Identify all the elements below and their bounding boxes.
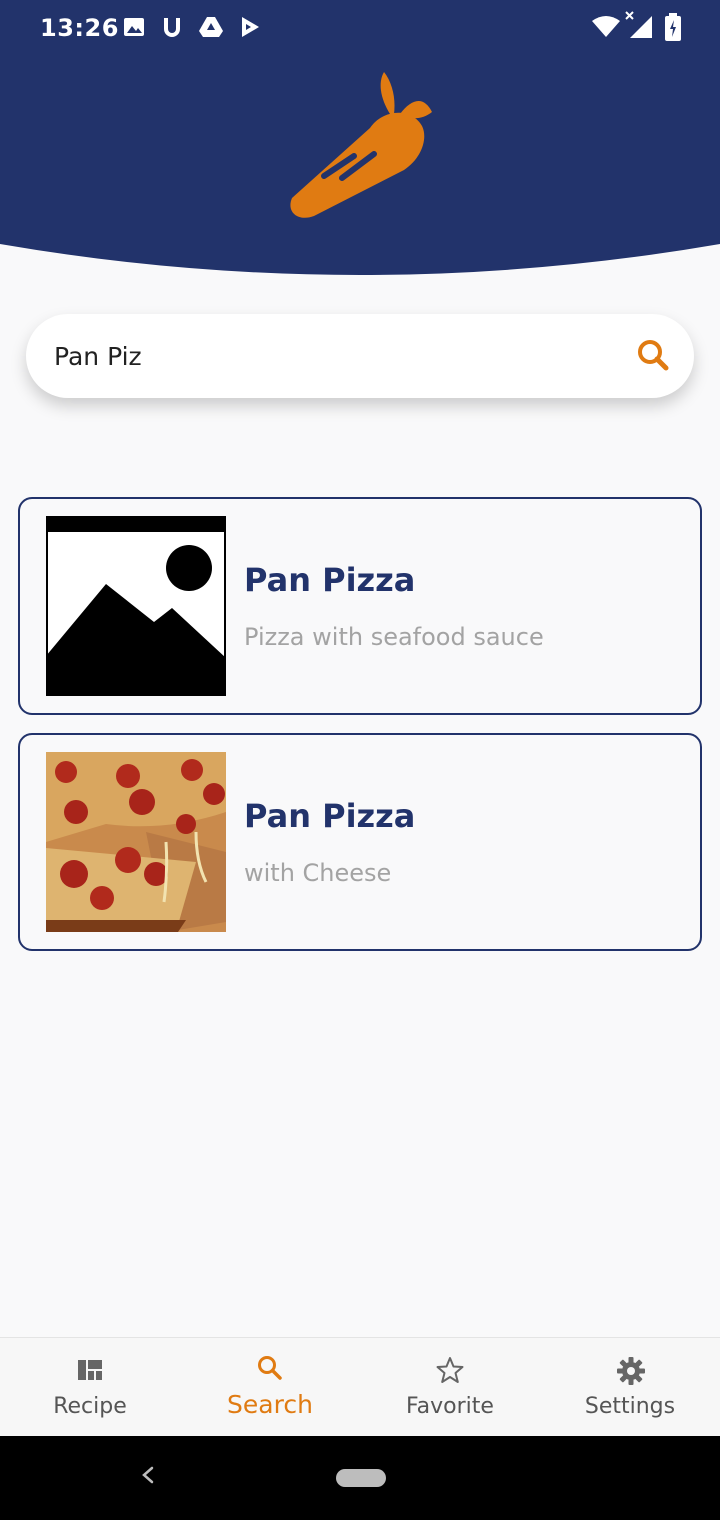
result-subtitle: with Cheese <box>244 859 392 887</box>
search-icon <box>638 340 669 371</box>
nav-item-search[interactable]: Search <box>180 1338 360 1437</box>
star-icon <box>436 1356 464 1384</box>
search-bar <box>26 314 694 398</box>
result-title: Pan Pizza <box>244 797 416 835</box>
status-bar: 13:26 <box>0 0 720 56</box>
carrot-logo-icon <box>284 68 434 220</box>
nav-item-settings[interactable]: Settings <box>540 1338 720 1437</box>
result-title: Pan Pizza <box>244 561 416 599</box>
home-pill-button[interactable] <box>336 1469 386 1487</box>
placeholder-image-icon <box>46 516 226 696</box>
result-card[interactable]: Pan Pizza with Cheese <box>18 733 702 951</box>
back-icon[interactable] <box>138 1460 158 1490</box>
search-icon <box>256 1354 284 1382</box>
bottom-navigation: Recipe Search Favorite Settings <box>0 1337 720 1436</box>
nav-label: Favorite <box>406 1394 494 1419</box>
status-time: 13:26 <box>40 14 119 42</box>
nav-label: Recipe <box>53 1394 127 1419</box>
result-card[interactable]: Pan Pizza Pizza with seafood sauce <box>18 497 702 715</box>
nav-item-favorite[interactable]: Favorite <box>360 1338 540 1437</box>
pizza-photo <box>46 752 226 932</box>
recipe-icon <box>76 1356 104 1384</box>
search-input[interactable] <box>54 334 594 378</box>
search-button[interactable] <box>632 334 676 378</box>
gear-icon <box>616 1356 645 1385</box>
nav-item-recipe[interactable]: Recipe <box>0 1338 180 1437</box>
result-subtitle: Pizza with seafood sauce <box>244 623 544 651</box>
nav-label: Settings <box>584 1394 676 1419</box>
app-header: 13:26 <box>0 0 720 280</box>
nav-label: Search <box>227 1390 313 1419</box>
